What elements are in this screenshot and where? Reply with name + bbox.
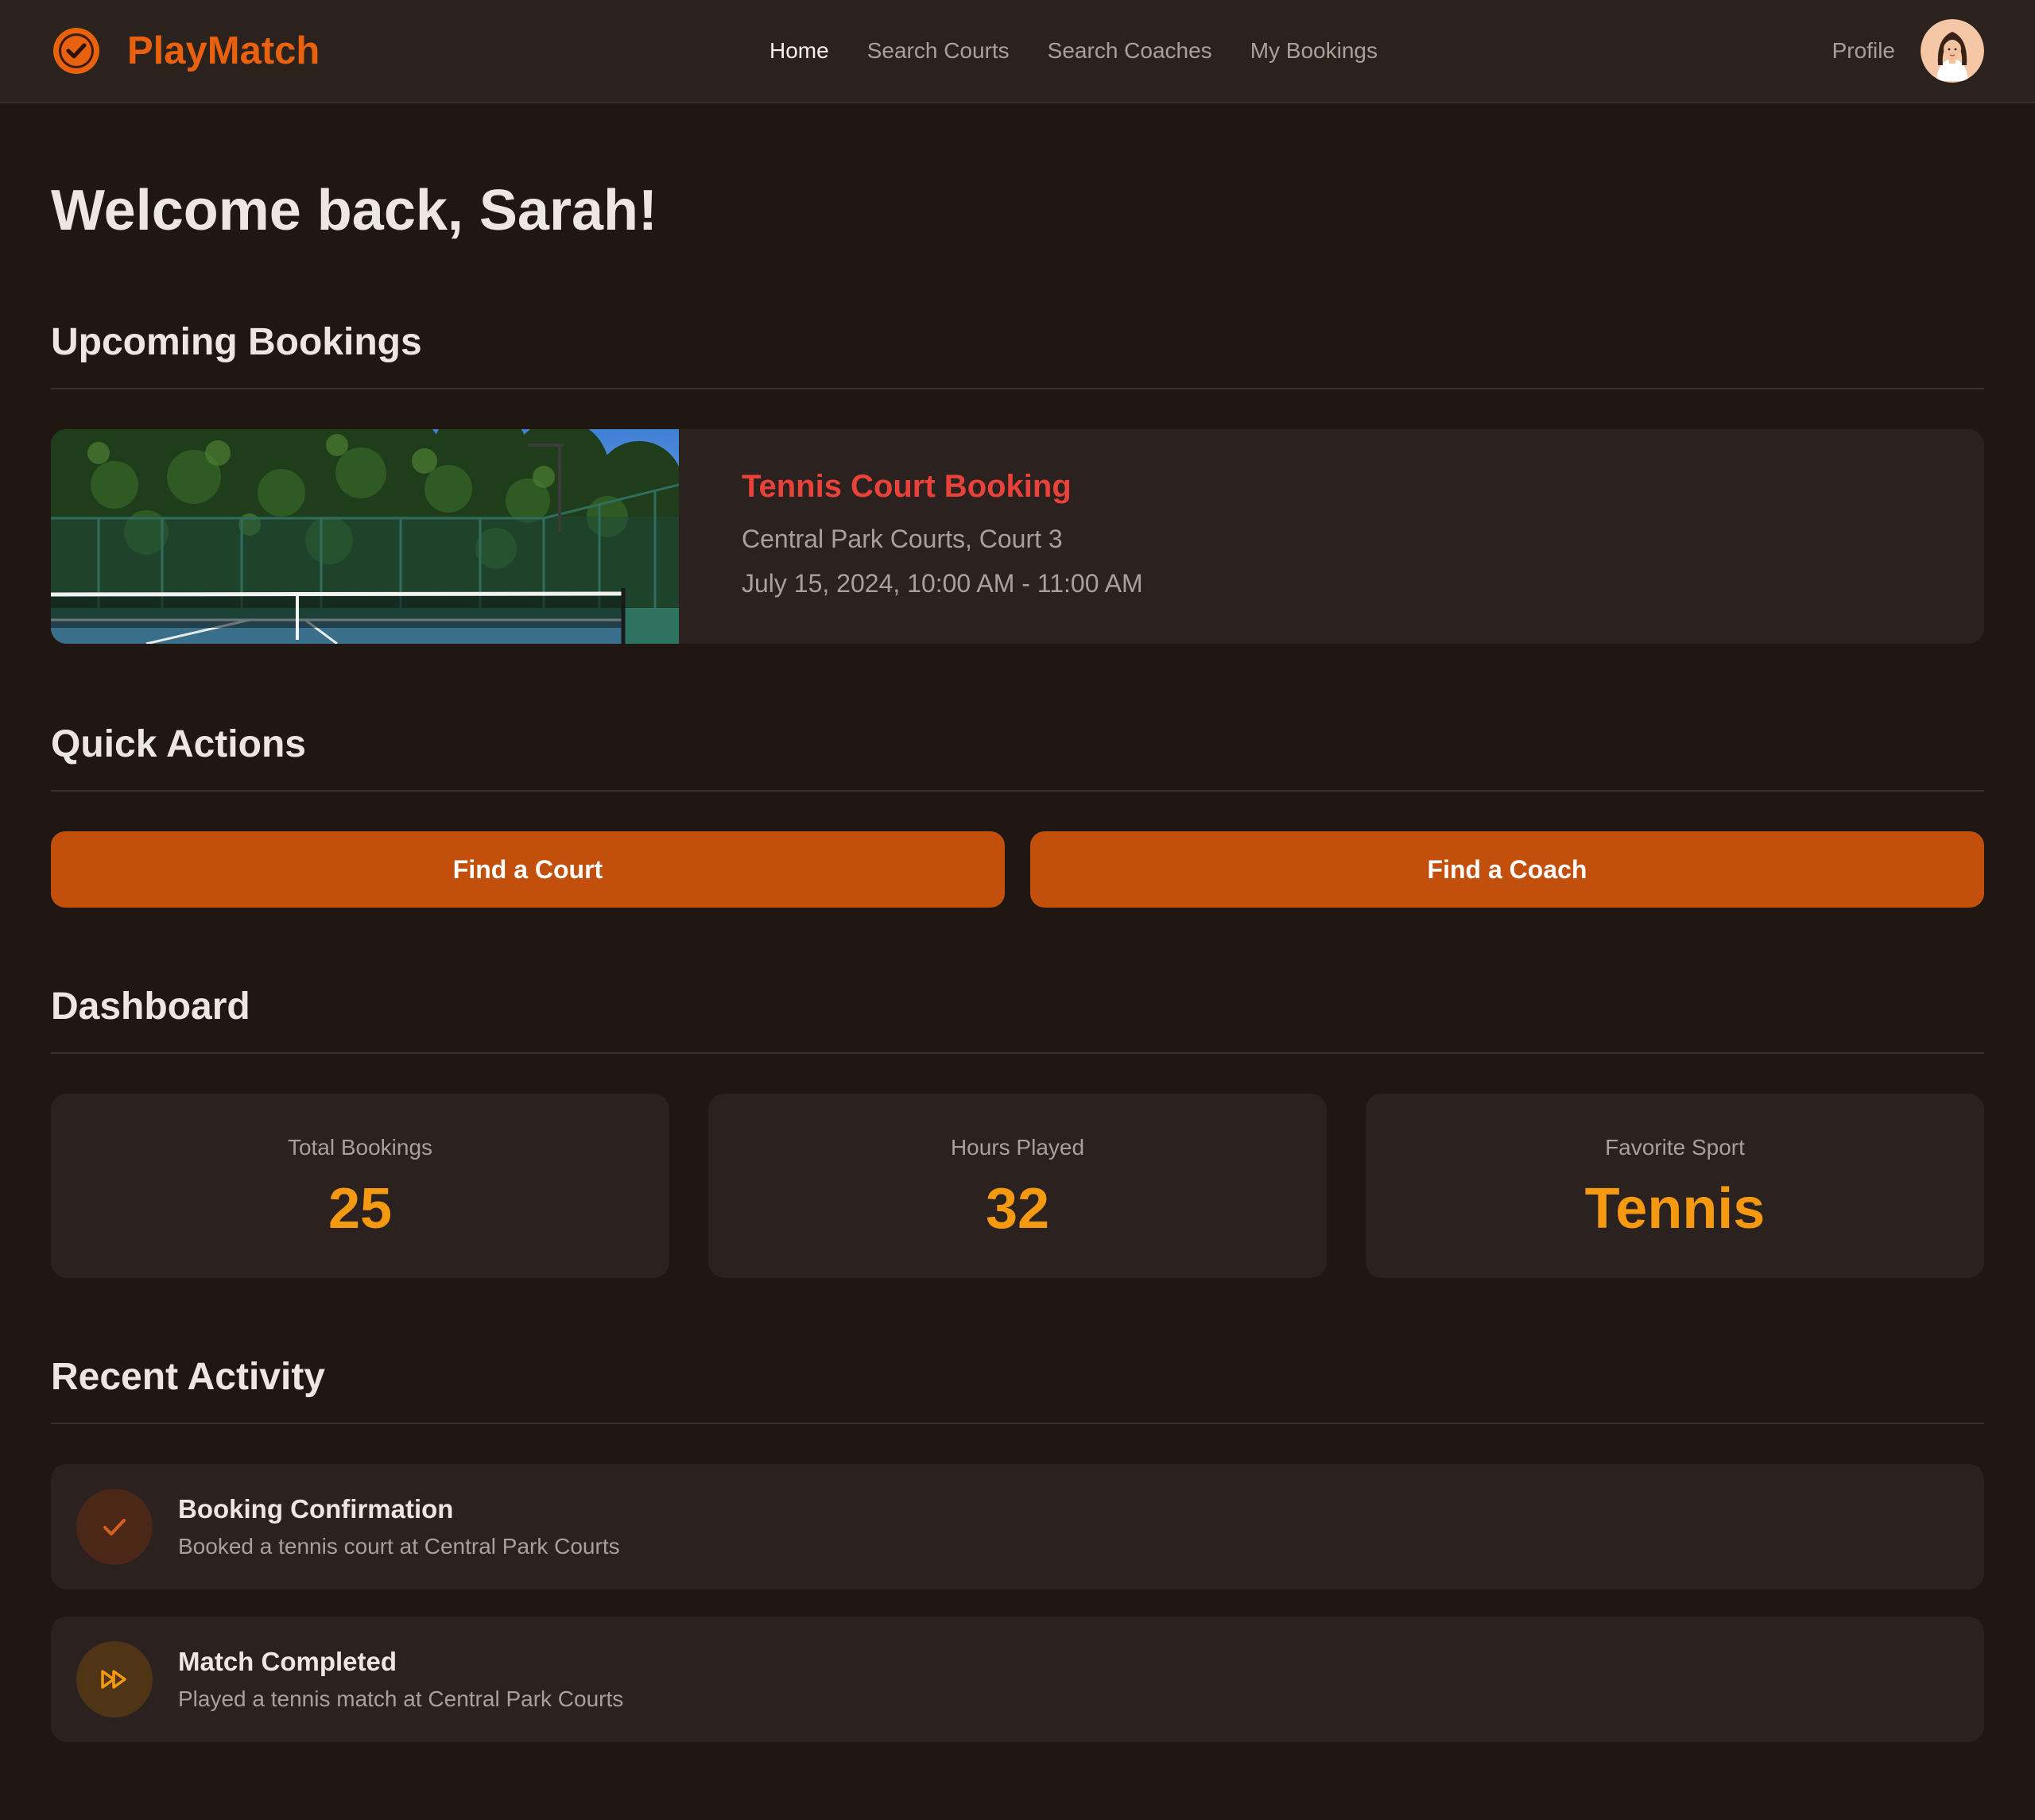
stat-card-favorite-sport: Favorite Sport Tennis — [1366, 1094, 1984, 1278]
activity-item[interactable]: Booking Confirmation Booked a tennis cou… — [51, 1464, 1984, 1590]
fast-forward-icon — [101, 1670, 126, 1689]
profile-link[interactable]: Profile — [1832, 38, 1895, 64]
page-title: Welcome back, Sarah! — [51, 179, 657, 242]
stat-label: Hours Played — [950, 1135, 1085, 1160]
stat-label: Favorite Sport — [1605, 1135, 1745, 1160]
nav-home[interactable]: Home — [769, 38, 829, 64]
booking-location: Central Park Courts, Court 3 — [742, 525, 1063, 553]
booking-title[interactable]: Tennis Court Booking — [742, 469, 1072, 505]
tennis-court-image — [51, 429, 679, 644]
booking-time: July 15, 2024, 10:00 AM - 11:00 AM — [742, 569, 1143, 598]
stat-card-hours-played: Hours Played 32 — [708, 1094, 1327, 1278]
activity-icon-badge — [76, 1641, 153, 1717]
find-court-button[interactable]: Find a Court — [51, 831, 1005, 908]
nav-my-bookings[interactable]: My Bookings — [1250, 38, 1378, 64]
stat-value: Tennis — [1584, 1177, 1766, 1241]
stat-card-total-bookings: Total Bookings 25 — [51, 1094, 669, 1278]
divider — [51, 388, 1984, 389]
divider — [51, 1423, 1984, 1424]
divider — [51, 790, 1984, 792]
activity-item[interactable]: Match Completed Played a tennis match at… — [51, 1617, 1984, 1742]
top-navigation-bar: PlayMatch Home Search Courts Search Coac… — [0, 0, 2035, 103]
dashboard-heading: Dashboard — [51, 986, 250, 1028]
booking-card[interactable]: Tennis Court Booking Central Park Courts… — [51, 429, 1984, 644]
nav-search-courts[interactable]: Search Courts — [867, 38, 1010, 64]
activity-description: Played a tennis match at Central Park Co… — [178, 1686, 624, 1711]
quick-actions-heading: Quick Actions — [51, 723, 306, 765]
brand-name: PlayMatch — [127, 29, 320, 72]
check-circle-icon — [53, 28, 99, 74]
stat-value: 32 — [985, 1177, 1050, 1241]
divider — [51, 1052, 1984, 1054]
nav-search-coaches[interactable]: Search Coaches — [1048, 38, 1212, 64]
recent-activity-heading: Recent Activity — [51, 1356, 325, 1398]
find-coach-button[interactable]: Find a Coach — [1030, 831, 1984, 908]
avatar[interactable] — [1921, 19, 1984, 83]
brand[interactable]: PlayMatch — [51, 0, 320, 102]
stat-value: 25 — [328, 1177, 393, 1241]
upcoming-bookings-heading: Upcoming Bookings — [51, 321, 422, 363]
activity-icon-badge — [76, 1489, 153, 1565]
activity-description: Booked a tennis court at Central Park Co… — [178, 1534, 620, 1559]
check-icon — [103, 1519, 126, 1535]
stat-label: Total Bookings — [287, 1135, 433, 1160]
main-nav: Home Search Courts Search Coaches My Boo… — [769, 0, 1378, 102]
profile-area: Profile — [1832, 0, 1984, 102]
activity-title: Booking Confirmation — [178, 1494, 454, 1524]
activity-title: Match Completed — [178, 1647, 397, 1676]
